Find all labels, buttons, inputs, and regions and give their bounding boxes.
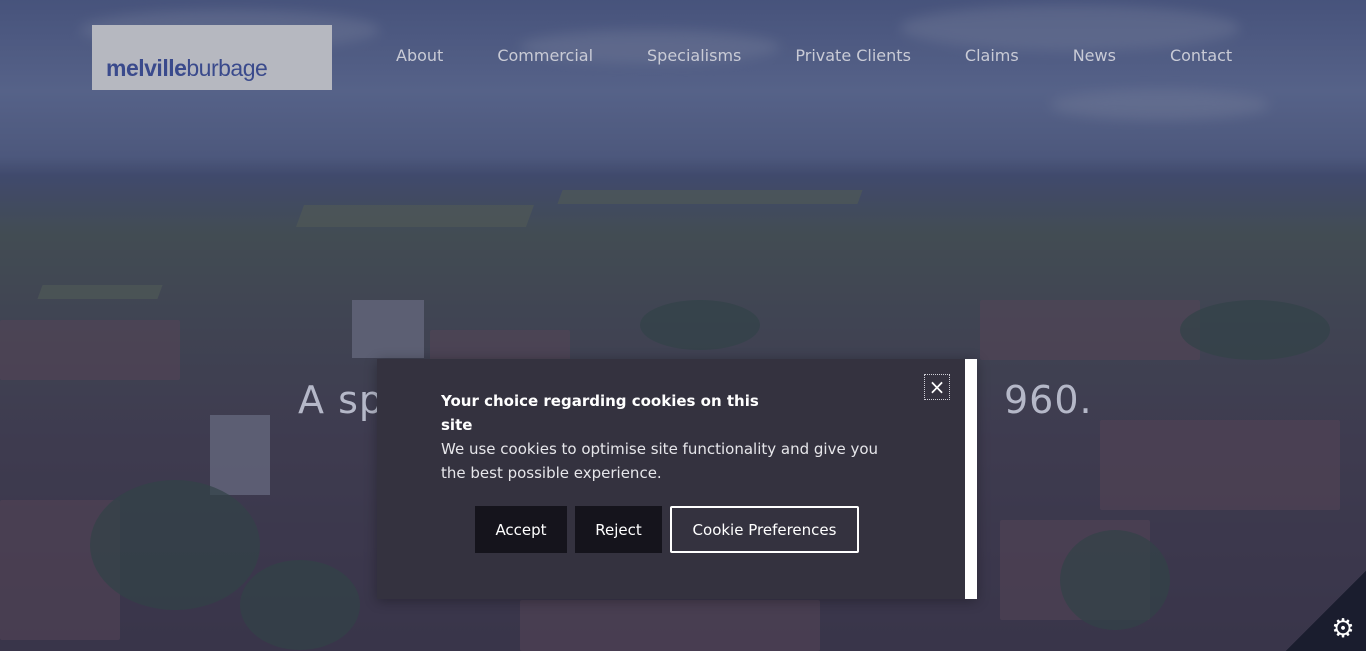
cookie-modal-text: We use cookies to optimise site function… [441,440,878,482]
nav-item-news[interactable]: News [1073,46,1116,65]
nav-item-contact[interactable]: Contact [1170,46,1232,65]
gear-icon[interactable]: ⚙ [1330,616,1356,642]
nav-item-private-clients[interactable]: Private Clients [795,46,911,65]
cookie-consent-modal: Your choice regarding cookies on this si… [377,359,977,599]
hero-title-left: A sp [298,378,384,422]
site-logo[interactable]: melvilleburbage [92,25,332,90]
nav-item-claims[interactable]: Claims [965,46,1019,65]
logo-text: melvilleburbage [106,55,268,81]
accept-button[interactable]: Accept [475,506,567,553]
cookie-modal-title: Your choice regarding cookies on this si… [441,392,759,434]
modal-scrollbar[interactable] [965,359,977,599]
reject-button[interactable]: Reject [575,506,662,553]
nav-item-commercial[interactable]: Commercial [497,46,593,65]
close-button[interactable]: × [924,374,950,400]
nav-item-about[interactable]: About [396,46,443,65]
nav-item-specialisms[interactable]: Specialisms [647,46,741,65]
cookie-preferences-button[interactable]: Cookie Preferences [670,506,859,553]
main-nav: About Commercial Specialisms Private Cli… [396,46,1232,65]
close-icon: × [928,375,946,399]
hero-title-right: 960. [1004,378,1093,422]
cookie-settings-badge[interactable]: ⚙ [1286,571,1366,651]
